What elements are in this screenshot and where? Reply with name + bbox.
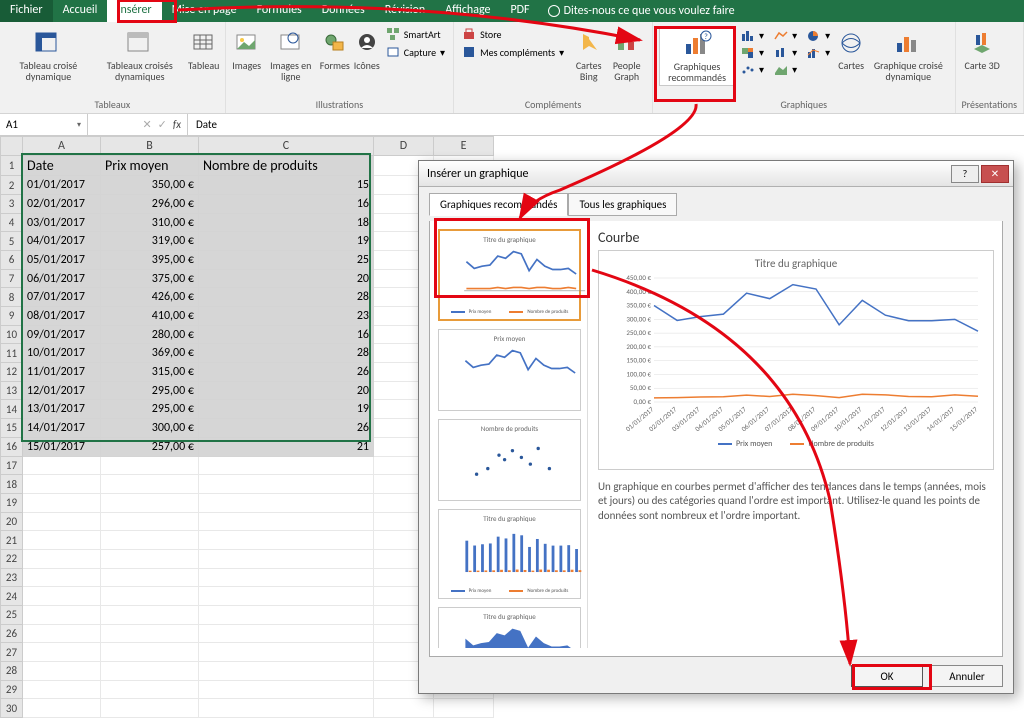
cancel-icon[interactable]: ✕ (142, 118, 151, 131)
images-button[interactable]: Images (232, 26, 262, 84)
people-graph-button[interactable]: People Graph (607, 26, 646, 84)
recommended-charts-button[interactable]: ?Graphiques recommandés (659, 26, 735, 86)
bulb-icon (548, 5, 560, 17)
chart-type-scatter[interactable]: ▾ (739, 62, 766, 77)
chart-type-stat[interactable]: ▾ (772, 45, 799, 60)
svg-text:100,00 €: 100,00 € (626, 369, 651, 378)
tab-accueil[interactable]: Accueil (53, 0, 108, 22)
formula-input[interactable]: Date (188, 114, 1024, 135)
tell-me-search[interactable]: Dites-nous ce que vous voulez faire (548, 0, 735, 22)
smartart-button[interactable]: SmartArt (384, 26, 447, 42)
enter-icon[interactable]: ✓ (158, 118, 167, 131)
recommended-pivot-button[interactable]: Tableaux croisés dynamiques (93, 26, 187, 84)
group-graphiques: Graphiques (659, 98, 948, 111)
shapes-button[interactable]: Formes (320, 26, 350, 84)
svg-text:400,00 €: 400,00 € (626, 287, 651, 296)
store-button[interactable]: Store (460, 26, 570, 42)
pivot-chart-button[interactable]: Graphique croisé dynamique (868, 26, 948, 86)
chart-description: Un graphique en courbes permet d'affiche… (598, 480, 994, 523)
chart-thumbnails: Titre du graphiquePrix moyenNombre de pr… (438, 229, 588, 648)
chart-type-col[interactable]: ▾ (739, 28, 766, 43)
tab-recommended-charts[interactable]: Graphiques recommandés (429, 193, 568, 216)
icons-button[interactable]: Icônes (352, 26, 382, 84)
svg-text:200,00 €: 200,00 € (626, 342, 651, 351)
ribbon: Tableau croisé dynamique Tableaux croisé… (0, 22, 1024, 114)
images-online-button[interactable]: Images en ligne (264, 26, 318, 84)
chart-type-line[interactable]: ▾ (772, 28, 799, 43)
group-tableaux: Tableaux (6, 98, 219, 111)
ok-button[interactable]: OK (851, 665, 923, 687)
cancel-button[interactable]: Annuler (931, 665, 1003, 687)
dialog-title-bar[interactable]: Insérer un graphique ? ✕ (419, 161, 1013, 187)
close-button[interactable]: ✕ (981, 165, 1009, 183)
tab-all-charts[interactable]: Tous les graphiques (568, 193, 677, 216)
table-button[interactable]: Tableau (189, 26, 219, 84)
group-illustrations: Illustrations (232, 98, 447, 111)
legend-produits: Nombre de produits (790, 439, 874, 449)
name-box[interactable]: A1▾ (0, 114, 88, 135)
svg-text:250,00 €: 250,00 € (626, 328, 651, 337)
thumb-area[interactable]: Titre du graphiquePrix moyenNombre de pr… (438, 607, 581, 648)
svg-text:300,00 €: 300,00 € (626, 314, 651, 323)
pivot-table-button[interactable]: Tableau croisé dynamique (6, 26, 91, 84)
thumb-line-single[interactable]: Prix moyen (438, 329, 581, 411)
tab-inserer[interactable]: Insérer (107, 0, 161, 22)
fx-icon[interactable]: fx (173, 118, 181, 131)
addins-button[interactable]: Mes compléments ▾ (460, 44, 570, 60)
group-complements: Compléments (460, 98, 646, 111)
insert-chart-dialog: Insérer un graphique ? ✕ Graphiques reco… (418, 160, 1014, 694)
dialog-title: Insérer un graphique (427, 167, 528, 181)
bing-maps-button[interactable]: Cartes Bing (572, 26, 605, 84)
legend-prix: Prix moyen (718, 439, 772, 449)
tab-file[interactable]: Fichier (0, 0, 53, 22)
chart-type-combo[interactable]: ▾ (805, 45, 832, 60)
ribbon-tabs: Fichier Accueil Insérer Mise en page For… (0, 0, 1024, 22)
thumb-clustered-bar[interactable]: Titre du graphiquePrix moyenNombre de pr… (438, 509, 581, 599)
group-presentations: Présentations (962, 98, 1017, 111)
svg-text:350,00 €: 350,00 € (626, 301, 651, 310)
tab-pdf[interactable]: PDF (500, 0, 539, 22)
chart-type-label: Courbe (598, 229, 994, 246)
chart-type-surface[interactable]: ▾ (772, 62, 799, 77)
3d-map-button[interactable]: Carte 3D (962, 26, 1003, 73)
chart-type-hier[interactable]: ▾ (739, 45, 766, 60)
tab-formules[interactable]: Formules (247, 0, 312, 22)
svg-text:50,00 €: 50,00 € (630, 383, 652, 392)
tab-donnees[interactable]: Données (312, 0, 375, 22)
maps-button[interactable]: Cartes (836, 26, 866, 86)
thumb-line-chart[interactable]: Titre du graphiquePrix moyenNombre de pr… (438, 229, 581, 321)
tab-revision[interactable]: Révision (375, 0, 435, 22)
svg-text:150,00 €: 150,00 € (626, 356, 651, 365)
svg-text:450,00 €: 450,00 € (626, 274, 651, 282)
svg-text:?: ? (704, 32, 708, 42)
tab-mise-en-page[interactable]: Mise en page (162, 0, 247, 22)
capture-button[interactable]: Capture ▾ (384, 44, 447, 60)
tab-affichage[interactable]: Affichage (435, 0, 500, 22)
formula-bar: A1▾ ✕ ✓ fx Date (0, 114, 1024, 136)
chart-title: Titre du graphique (605, 257, 987, 270)
help-button[interactable]: ? (951, 165, 979, 183)
chart-preview[interactable]: Titre du graphique 0,00 €50,00 €100,00 €… (598, 250, 994, 470)
thumb-scatter[interactable]: Nombre de produits (438, 419, 581, 501)
chart-type-pie[interactable]: ▾ (805, 28, 832, 43)
